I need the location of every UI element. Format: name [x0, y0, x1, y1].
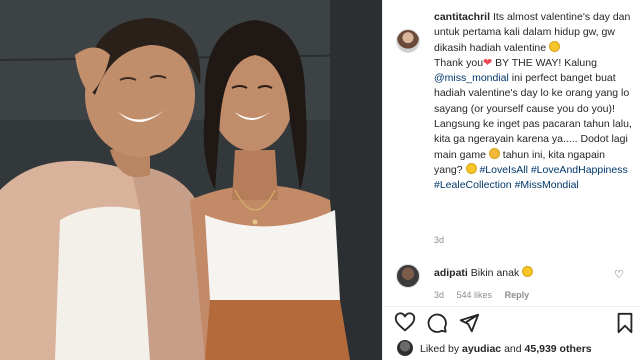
- caption-text-3: BY THE WAY! Kalung: [495, 56, 597, 69]
- upside-down-emoji-icon: [488, 147, 500, 159]
- liked-by-line[interactable]: Liked by ayudiac and 45,939 others: [420, 343, 592, 355]
- red-heart-icon: ❤: [483, 56, 493, 69]
- divider: [382, 306, 640, 307]
- post-caption: cantitachril Its almost valentine's day …: [434, 10, 634, 194]
- hashtag-lealecollection[interactable]: #LealeCollection: [434, 179, 512, 191]
- hashtag-missmondial[interactable]: #MissMondial: [515, 179, 579, 191]
- bookmark-icon[interactable]: [614, 312, 636, 334]
- caption-text-2: Thank you: [434, 56, 484, 69]
- heart-icon[interactable]: [394, 312, 416, 334]
- comment-like-heart-icon[interactable]: ♡: [614, 268, 624, 281]
- liked-by-user[interactable]: ayudiac: [462, 343, 501, 355]
- liked-by-and: and: [504, 343, 522, 355]
- comment-text: Bikin anak: [470, 267, 520, 279]
- caption-username[interactable]: cantitachril: [434, 11, 490, 23]
- comment-meta: 3d 544 likes Reply: [434, 290, 539, 300]
- share-icon[interactable]: [458, 312, 480, 334]
- photo-illustration: [0, 0, 382, 360]
- commenter-avatar[interactable]: [396, 264, 420, 288]
- comment-likes[interactable]: 544 likes: [457, 290, 493, 300]
- caption-text-4: ini perfect banget buat hadiah valentine…: [434, 72, 632, 161]
- laughing-emoji-icon: [549, 40, 561, 52]
- author-avatar[interactable]: [396, 29, 420, 53]
- hashtag-loveisall[interactable]: #LoveIsAll: [479, 164, 527, 176]
- comment-icon[interactable]: [426, 312, 448, 334]
- liker-avatar[interactable]: [397, 340, 413, 356]
- mention-link[interactable]: @miss_mondial: [434, 72, 509, 84]
- post-photo[interactable]: [0, 0, 382, 360]
- comment-item: adipati Bikin anak: [434, 266, 534, 279]
- laughing-emoji-icon-3: [522, 266, 534, 277]
- comment-username[interactable]: adipati: [434, 267, 468, 279]
- hashtag-loveandhappiness[interactable]: #LoveAndHappiness: [531, 164, 628, 176]
- liked-by-count[interactable]: 45,939 others: [525, 343, 592, 355]
- comment-timestamp[interactable]: 3d: [434, 290, 444, 300]
- action-bar: [394, 312, 634, 336]
- laughing-emoji-icon-2: [465, 162, 477, 174]
- reply-button[interactable]: Reply: [505, 290, 530, 300]
- caption-timestamp[interactable]: 3d: [434, 235, 444, 245]
- liked-by-prefix: Liked by: [420, 343, 460, 355]
